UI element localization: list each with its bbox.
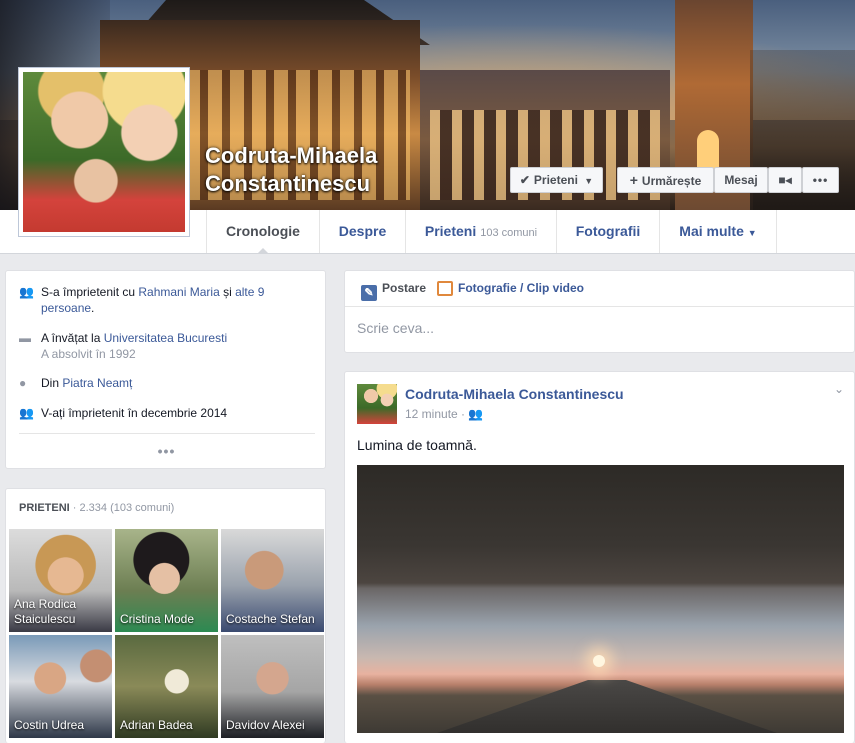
friends-icon: 👥 — [19, 285, 34, 299]
friend-name[interactable]: Costin Udrea — [14, 718, 109, 733]
post-author-avatar[interactable] — [357, 384, 397, 424]
more-dots-icon: ••• — [812, 173, 829, 187]
friend-name[interactable]: Davidov Alexei — [226, 718, 321, 733]
friends-icon: 👥 — [19, 406, 34, 420]
photo-sun — [593, 655, 605, 667]
video-call-button[interactable]: ■◂ — [768, 167, 802, 193]
post-photo[interactable] — [357, 465, 844, 733]
intro-education: ▬ A învățat la Universitatea Bucuresti A… — [19, 330, 311, 362]
intro-friends-with: 👥 S-a împrietenit cu Rahmani Maria și al… — [19, 284, 311, 316]
friend-tile[interactable]: Costin Udrea — [9, 635, 112, 738]
friend-name[interactable]: Adrian Badea — [120, 718, 215, 733]
location-pin-icon: ● — [19, 376, 27, 390]
intro-card: 👥 S-a împrietenit cu Rahmani Maria și al… — [5, 270, 326, 469]
post-timestamp[interactable]: 12 minute — [405, 407, 458, 421]
profile-picture-image — [23, 72, 185, 232]
composer-tab-photo-label: Fotografie / Clip video — [458, 281, 585, 295]
tab-friends[interactable]: Prieteni 103 comuni — [405, 210, 556, 253]
tab-timeline[interactable]: Cronologie — [206, 210, 319, 254]
tab-friends-count: 103 comuni — [480, 227, 538, 239]
check-icon: ✔ — [519, 173, 530, 187]
tab-timeline-label: Cronologie — [226, 223, 300, 239]
friends-count: · 2.334 (103 comuni) — [69, 502, 175, 514]
tab-more[interactable]: Mai multe ▼ — [659, 210, 777, 253]
post-composer: ✎ Postare Fotografie / Clip video Scrie c… — [344, 270, 855, 353]
video-camera-icon: ■◂ — [778, 173, 792, 187]
cover-tower-window — [697, 130, 719, 170]
post-meta: 12 minute · 👥 — [405, 407, 484, 421]
friend-tile[interactable]: Davidov Alexei — [221, 635, 324, 738]
hometown-link[interactable]: Piatra Neamț — [62, 376, 132, 390]
friends-button[interactable]: ✔ Prieteni ▼ — [510, 167, 603, 193]
pencil-icon: ✎ — [361, 285, 377, 301]
more-options-button[interactable]: ••• — [802, 167, 839, 193]
intro-friends-since: 👥 V-ați împrietenit în decembrie 2014 — [19, 405, 311, 421]
tab-photos[interactable]: Fotografii — [556, 210, 659, 253]
friend-link[interactable]: Rahmani Maria — [138, 285, 219, 299]
friend-tile[interactable]: Cristina Mode — [115, 529, 218, 632]
intro-more-button[interactable]: ••• — [6, 443, 327, 459]
intro-period: . — [91, 301, 95, 315]
friend-tile[interactable]: Ana Rodica Staiculescu — [9, 529, 112, 632]
composer-tabs: ✎ Postare Fotografie / Clip video — [345, 271, 854, 307]
composer-tab-photo[interactable]: Fotografie / Clip video — [437, 281, 584, 296]
intro-from-prefix: Din — [41, 376, 63, 390]
friend-tile[interactable]: Adrian Badea — [115, 635, 218, 738]
intro-divider — [19, 433, 315, 434]
profile-picture[interactable] — [18, 67, 190, 237]
message-button-label: Mesaj — [724, 173, 758, 187]
follow-button[interactable]: + Urmărește — [617, 167, 714, 193]
profile-name[interactable]: Codruta-Mihaela Constantinescu — [205, 142, 485, 198]
post-text: Lumina de toamnă. — [357, 437, 477, 453]
tab-friends-label: Prieteni — [424, 223, 477, 239]
graduation-cap-icon: ▬ — [19, 331, 31, 345]
plus-icon: + — [629, 172, 638, 188]
composer-tab-post[interactable]: ✎ Postare — [361, 281, 426, 301]
friends-header: PRIETENI · 2.334 (103 comuni) — [19, 502, 174, 514]
university-link[interactable]: Universitatea Bucuresti — [104, 331, 227, 345]
post-author-name[interactable]: Codruta-Mihaela Constantinescu — [405, 386, 624, 402]
composer-input[interactable]: Scrie ceva... — [357, 320, 434, 336]
friend-name[interactable]: Ana Rodica Staiculescu — [14, 597, 109, 627]
chevron-down-icon[interactable]: ⌄ — [834, 382, 844, 396]
timeline-post: Codruta-Mihaela Constantinescu 12 minute… — [344, 371, 855, 743]
follow-button-label: Urmărește — [641, 174, 702, 188]
photo-icon — [437, 281, 453, 296]
friends-card: PRIETENI · 2.334 (103 comuni) Ana Rodica… — [5, 488, 326, 743]
intro-studied-prefix: A învățat la — [41, 331, 104, 345]
friend-tile[interactable]: Costache Stefan — [221, 529, 324, 632]
caret-down-icon: ▼ — [747, 228, 757, 238]
friends-audience-icon[interactable]: 👥 — [468, 407, 483, 421]
caret-down-icon: ▼ — [584, 176, 594, 186]
tab-about[interactable]: Despre — [319, 210, 405, 253]
message-button[interactable]: Mesaj — [714, 167, 768, 193]
tab-photos-label: Fotografii — [575, 223, 641, 239]
photo-road — [417, 680, 797, 733]
intro-hometown: ● Din Piatra Neamț — [19, 375, 311, 391]
friend-name[interactable]: Costache Stefan — [226, 612, 321, 627]
intro-graduated: A absolvit în 1992 — [41, 347, 136, 361]
tab-more-label: Mai multe — [679, 223, 744, 239]
intro-friends-since-text: V-ați împrietenit în decembrie 2014 — [41, 406, 228, 420]
tab-about-label: Despre — [338, 223, 387, 239]
intro-and: și — [219, 285, 236, 299]
friends-button-label: Prieteni — [533, 173, 578, 187]
friend-name[interactable]: Cristina Mode — [120, 612, 215, 627]
composer-tab-post-label: Postare — [382, 281, 427, 295]
intro-friends-prefix: S-a împrietenit cu — [41, 285, 139, 299]
friends-title[interactable]: PRIETENI — [19, 502, 70, 514]
